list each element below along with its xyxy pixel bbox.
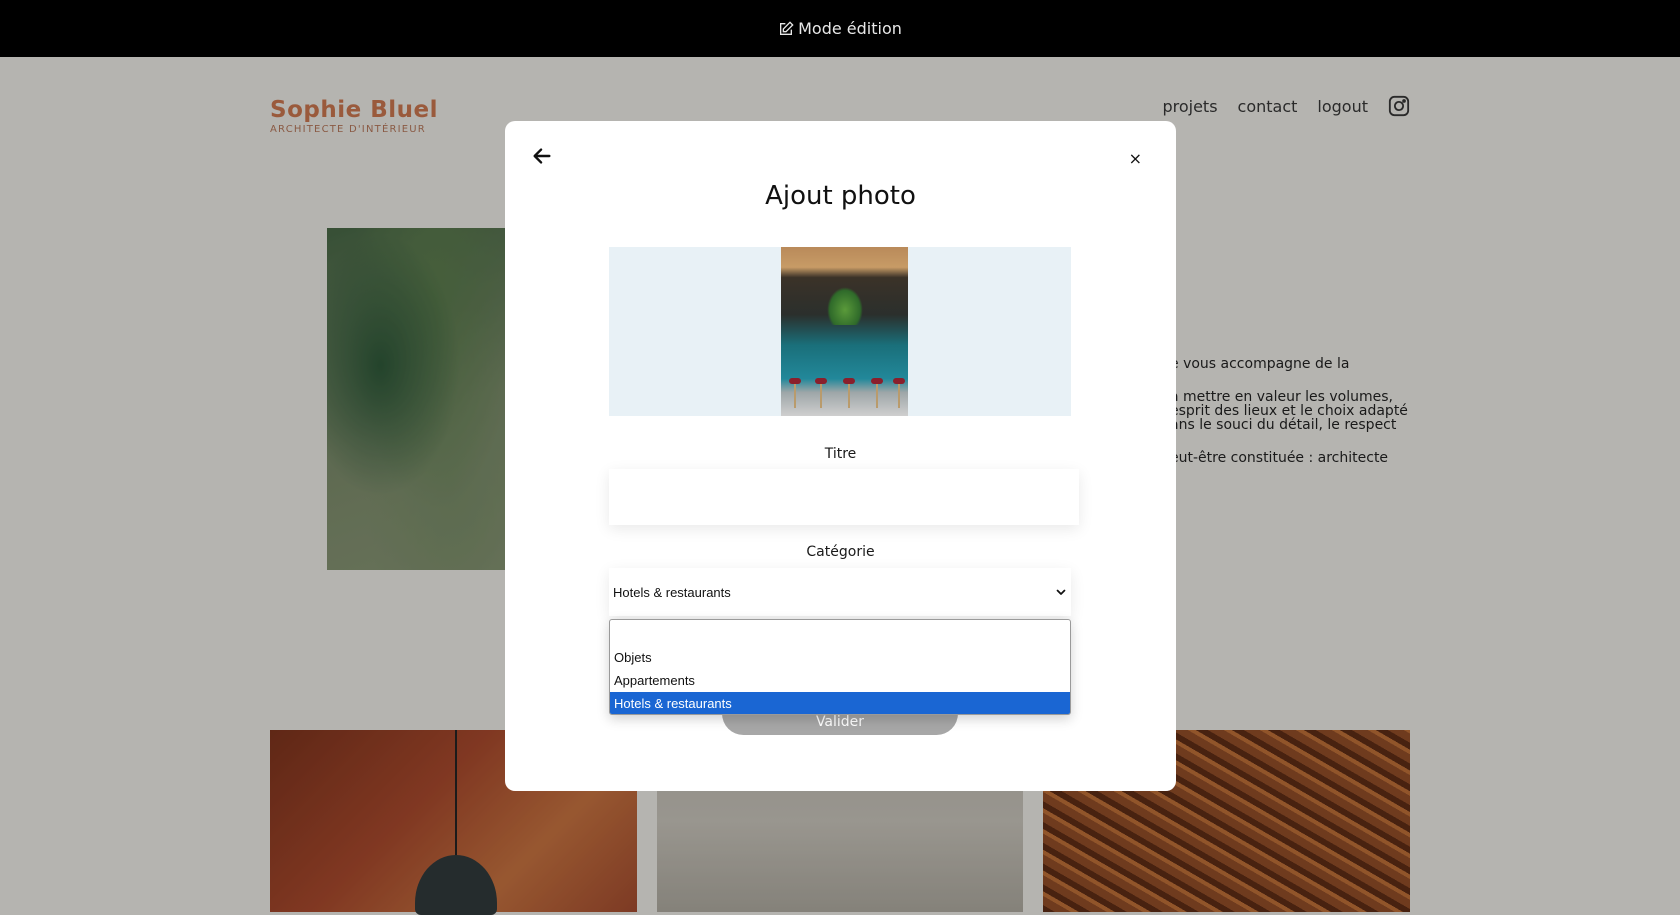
- photo-upload-zone[interactable]: [609, 247, 1071, 416]
- chevron-down-icon: [1056, 589, 1066, 595]
- title-label: Titre: [824, 446, 857, 462]
- dropdown-option-empty[interactable]: [610, 620, 1070, 643]
- close-icon[interactable]: ×: [1129, 149, 1142, 168]
- dropdown-option-appartements[interactable]: Appartements: [610, 669, 1070, 692]
- title-input[interactable]: [609, 469, 1079, 525]
- category-select[interactable]: Hotels & restaurants: [609, 568, 1071, 616]
- dropdown-option-hotels-restaurants[interactable]: Hotels & restaurants: [610, 692, 1070, 714]
- category-dropdown-list: Objets Appartements Hotels & restaurants: [609, 619, 1071, 715]
- photo-preview: [781, 247, 908, 416]
- category-selected-value: Hotels & restaurants: [613, 584, 731, 600]
- dropdown-option-objets[interactable]: Objets: [610, 646, 1070, 669]
- modal-title: Ajout photo: [765, 181, 916, 211]
- arrow-left-icon[interactable]: [531, 145, 553, 167]
- add-photo-modal: × Ajout photo Titre Catégorie Hotels & r…: [505, 121, 1176, 791]
- category-label: Catégorie: [806, 544, 875, 560]
